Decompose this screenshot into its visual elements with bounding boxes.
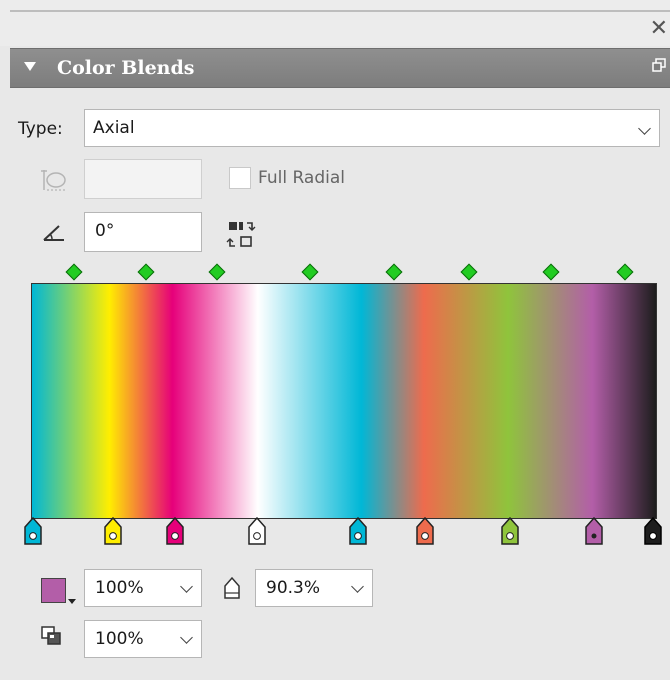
radius-icon [41,170,66,191]
stop-opacity-field[interactable]: 90.3% [255,569,373,607]
gradient-stop[interactable] [165,517,185,545]
reverse-gradient-icon[interactable] [226,220,256,248]
angle-value: 0° [95,221,115,241]
overprint-opacity-value: 100% [95,629,144,649]
panel-title-bar[interactable]: Color Blends [10,48,670,88]
gradient-midpoint[interactable] [137,263,155,281]
gradient-preview[interactable] [31,283,657,519]
opacity-icon [224,576,240,599]
fill-opacity-field[interactable]: 100% [84,569,202,607]
gradient-midpoint[interactable] [208,263,226,281]
chevron-down-icon [638,122,651,135]
stop-color-swatch[interactable] [41,578,66,603]
stop-opacity-value: 90.3% [266,578,321,598]
gradient-midpoint[interactable] [385,263,403,281]
chevron-down-icon[interactable] [180,631,193,644]
collapse-triangle-icon[interactable] [24,62,36,71]
chevron-down-icon[interactable] [180,580,193,593]
fill-opacity-value: 100% [95,578,144,598]
angle-icon [43,225,64,241]
panel-title: Color Blends [57,57,195,79]
gradient-stop[interactable] [500,517,520,545]
panel-top-bar: ✕ [0,0,670,46]
gradient-midpoint[interactable] [616,263,634,281]
close-icon[interactable]: ✕ [650,18,668,40]
angle-field[interactable]: 0° [84,212,202,252]
gradient-midpoint[interactable] [301,263,319,281]
full-radial-label: Full Radial [258,168,345,188]
gradient-midpoint[interactable] [65,263,83,281]
gradient-stop[interactable] [247,517,267,545]
gradient-stop[interactable] [643,517,663,545]
full-radial-checkbox[interactable] [229,167,251,189]
gradient-stop[interactable] [23,517,43,545]
gradient-stop[interactable] [103,517,123,545]
overprint-icon [41,626,61,645]
type-dropdown[interactable]: Axial [84,109,660,147]
type-value: Axial [93,118,135,138]
radius-field [84,159,202,199]
gradient-midpoint[interactable] [460,263,478,281]
float-panel-icon[interactable] [652,58,666,72]
gradient-stop-selected[interactable] [584,517,604,545]
divider [10,10,670,12]
gradient-stop[interactable] [415,517,435,545]
overprint-opacity-field[interactable]: 100% [84,620,202,658]
type-label: Type: [18,119,63,139]
chevron-down-icon[interactable] [351,580,364,593]
gradient-midpoint[interactable] [542,263,560,281]
gradient-stop[interactable] [348,517,368,545]
swatch-dropdown-arrow-icon[interactable] [68,599,76,604]
